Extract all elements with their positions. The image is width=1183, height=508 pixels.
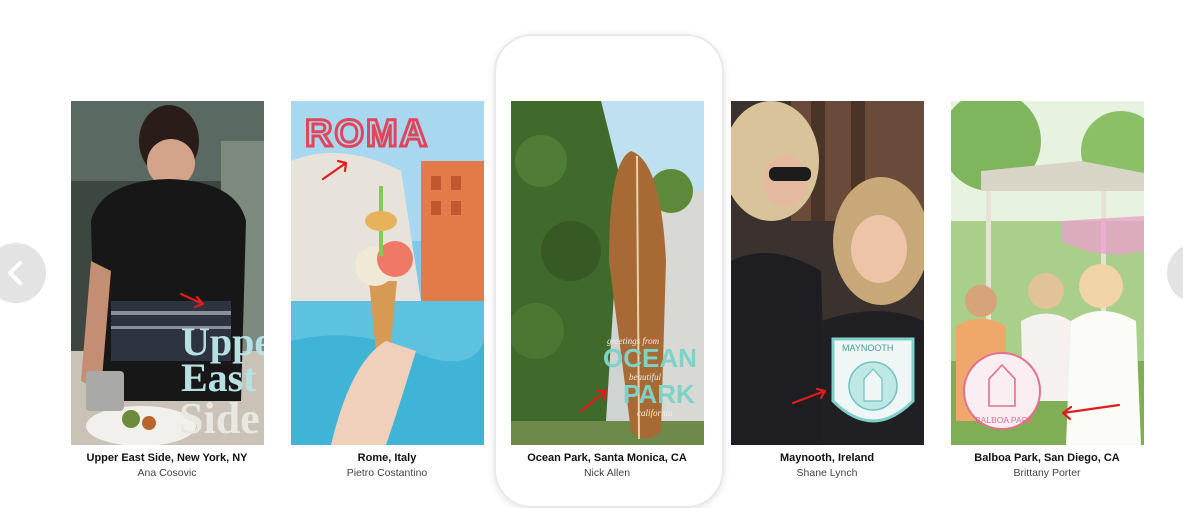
- caption-rome: Rome, Italy Pietro Costantino: [277, 452, 497, 480]
- caption-author: Ana Cosovic: [137, 467, 197, 479]
- ocean-sticker: OCEAN: [603, 343, 697, 373]
- upper-east-side-photo: Upper East Side: [71, 101, 264, 445]
- carousel-next-button[interactable]: [1167, 243, 1183, 303]
- caption-location: Ocean Park, Santa Monica, CA: [527, 452, 687, 464]
- caption-maynooth: Maynooth, Ireland Shane Lynch: [717, 452, 937, 480]
- caption-location: Maynooth, Ireland: [779, 452, 875, 464]
- chevron-left-icon: [8, 261, 22, 285]
- caption-author: Shane Lynch: [796, 467, 858, 479]
- carousel-prev-button[interactable]: [0, 243, 46, 303]
- carousel-item-ocean-park[interactable]: greetings from OCEAN beautiful PARK cali…: [511, 101, 704, 445]
- rome-photo: ROMA: [291, 101, 484, 445]
- maynooth-sticker-text: MAYNOOTH: [842, 343, 893, 353]
- california-text: california: [637, 408, 673, 418]
- caption-ocean-park: Ocean Park, Santa Monica, CA Nick Allen: [497, 452, 717, 480]
- caption-location: Upper East Side, New York, NY: [86, 452, 248, 464]
- caption-author: Brittany Porter: [1013, 467, 1081, 479]
- carousel-item-upper-east-side[interactable]: Upper East Side: [71, 101, 264, 445]
- park-sticker: PARK: [623, 379, 695, 409]
- balboa-park-photo: BALBOA PARK: [951, 101, 1144, 445]
- caption-balboa-park: Balboa Park, San Diego, CA Brittany Port…: [937, 452, 1157, 480]
- carousel-item-maynooth[interactable]: MAYNOOTH: [731, 101, 924, 445]
- ocean-park-photo: greetings from OCEAN beautiful PARK cali…: [511, 101, 704, 445]
- caption-location: Rome, Italy: [357, 452, 417, 464]
- caption-upper-east-side: Upper East Side, New York, NY Ana Cosovi…: [57, 452, 277, 480]
- caption-author: Nick Allen: [583, 467, 631, 479]
- roma-sticker: ROMA: [305, 113, 429, 155]
- carousel-item-balboa-park[interactable]: BALBOA PARK: [951, 101, 1144, 445]
- caption-author: Pietro Costantino: [346, 467, 428, 479]
- svg-text:Side: Side: [179, 394, 260, 443]
- maynooth-photo: MAYNOOTH: [731, 101, 924, 445]
- caption-location: Balboa Park, San Diego, CA: [974, 452, 1120, 464]
- carousel-item-rome[interactable]: ROMA: [291, 101, 484, 445]
- balboa-sticker-text: BALBOA PARK: [975, 415, 1034, 425]
